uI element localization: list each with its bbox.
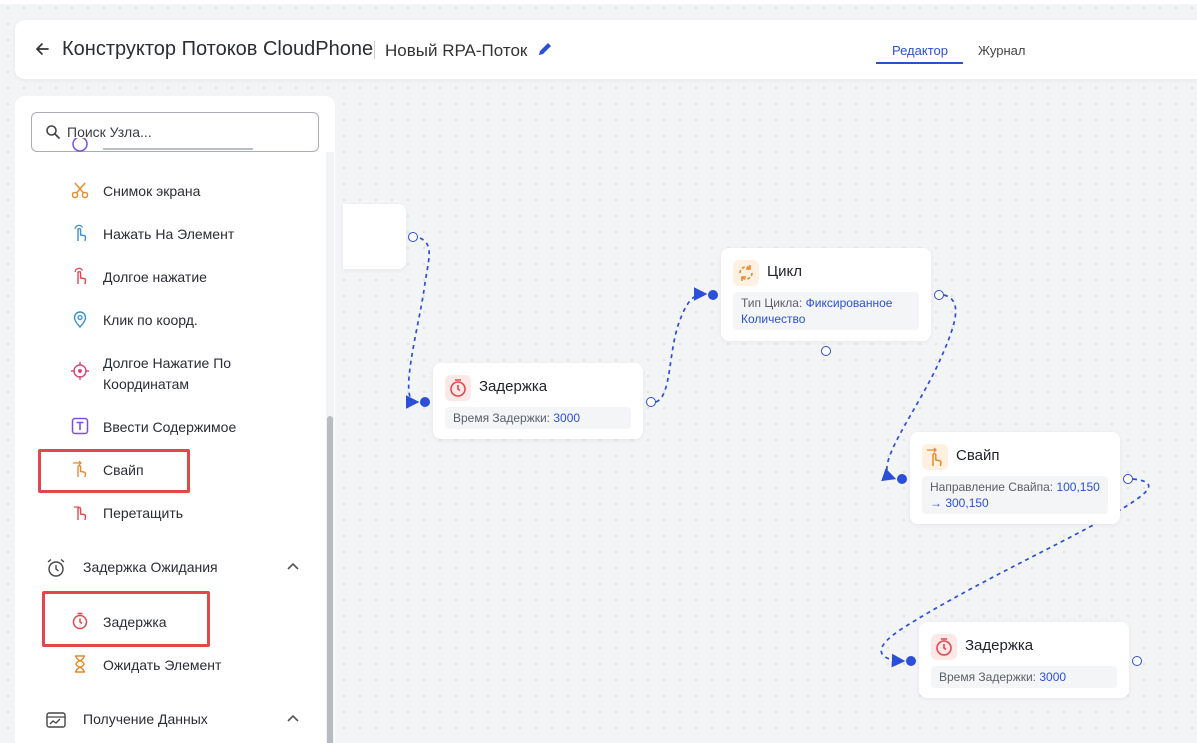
- param-label: Время Задержки:: [453, 411, 551, 425]
- stopwatch-icon: [931, 634, 957, 660]
- category-label: Получение Данных: [83, 711, 208, 727]
- palette-item-label: Снимок экрана: [103, 183, 201, 199]
- node-swipe[interactable]: Свайп Направление Свайпа: 100,150 → 300,…: [910, 432, 1120, 524]
- crosshair-icon: [70, 361, 90, 381]
- swipe-hand-icon: [70, 459, 90, 479]
- data-chart-icon: [45, 709, 67, 731]
- category-wait-delay[interactable]: Задержка Ожидания: [45, 555, 315, 581]
- location-pin-icon: [70, 309, 90, 329]
- partial-item-label: [103, 144, 263, 152]
- drag-hand-icon: [70, 502, 90, 522]
- flow-name: Новый RPA-Поток: [385, 41, 528, 60]
- long-press-hand-icon: [70, 266, 90, 286]
- partial-node[interactable]: [343, 204, 406, 269]
- palette-item-label: Ожидать Элемент: [103, 657, 222, 673]
- palette-item-label: Ввести Содержимое: [103, 419, 237, 435]
- chevron-up-icon[interactable]: [285, 559, 301, 575]
- category-data-retrieval[interactable]: Получение Данных: [45, 707, 315, 733]
- palette-item-drag[interactable]: Перетащить: [70, 500, 310, 524]
- palette-item-label: Перетащить: [103, 505, 184, 521]
- palette-item-label: Долгое Нажатие По Координатам: [103, 355, 232, 392]
- edge-2: [655, 287, 708, 403]
- palette-item-long-press-coords[interactable]: Долгое Нажатие По Координатам: [70, 350, 310, 394]
- output-port[interactable]: [934, 290, 944, 300]
- param-value: 3000: [1039, 670, 1067, 684]
- top-strip: [0, 0, 1197, 4]
- node-title: Свайп: [956, 447, 1000, 464]
- alarm-clock-icon: [45, 557, 67, 579]
- node-param: Время Задержки: 3000: [445, 407, 631, 429]
- node-param: Тип Цикла: Фиксированное Количество: [733, 292, 919, 330]
- text-input-icon: [70, 416, 90, 436]
- tap-hand-icon: [70, 223, 90, 243]
- palette-item-click-coords[interactable]: Клик по коорд.: [70, 307, 310, 331]
- node-title: Задержка: [479, 378, 548, 395]
- page-title: Конструктор Потоков CloudPhone: [62, 38, 374, 60]
- node-delay-1[interactable]: Задержка Время Задержки: 3000: [433, 363, 643, 439]
- palette-item-swipe[interactable]: Свайп: [70, 457, 310, 481]
- palette-item-delay[interactable]: Задержка: [70, 609, 310, 633]
- param-value: 3000: [553, 411, 581, 425]
- search-icon: [45, 124, 61, 140]
- palette-item-screenshot[interactable]: Снимок экрана: [70, 178, 310, 202]
- active-tab-indicator: [876, 62, 963, 64]
- stopwatch-icon: [70, 611, 90, 631]
- swipe-hand-icon: [922, 444, 948, 470]
- category-label: Задержка Ожидания: [83, 559, 218, 575]
- output-port[interactable]: [646, 397, 656, 407]
- param-label: Время Задержки:: [939, 670, 1037, 684]
- sidebar-scrollbar-thumb[interactable]: [327, 416, 333, 743]
- input-port[interactable]: [897, 474, 907, 484]
- header-bar: Конструктор Потоков CloudPhone Новый RPA…: [15, 20, 1197, 79]
- header-divider: [374, 41, 375, 59]
- palette-item-label: Задержка: [103, 614, 167, 630]
- palette-item-label: Клик по коорд.: [103, 312, 198, 328]
- partial-item-icon: [70, 138, 90, 158]
- stopwatch-icon: [445, 375, 471, 401]
- node-param: Направление Свайпа: 100,150 → 300,150: [922, 476, 1108, 514]
- input-port[interactable]: [420, 397, 430, 407]
- input-port[interactable]: [708, 290, 718, 300]
- palette-item-label: Долгое нажатие: [103, 269, 207, 285]
- node-title: Цикл: [767, 263, 802, 280]
- scissors-icon: [70, 180, 90, 200]
- loop-icon: [733, 260, 759, 286]
- param-label: Тип Цикла:: [741, 296, 803, 310]
- node-palette-sidebar: Снимок экрана Нажать На Элемент Долгое н…: [15, 96, 335, 743]
- palette-item-wait-element[interactable]: Ожидать Элемент: [70, 652, 310, 676]
- tab-log[interactable]: Журнал: [978, 43, 1025, 58]
- palette-item-label: Свайп: [103, 462, 144, 478]
- search-input[interactable]: [67, 121, 307, 143]
- param-label: Направление Свайпа:: [930, 480, 1054, 494]
- output-port[interactable]: [1132, 656, 1142, 666]
- edge-1: [405, 237, 430, 409]
- chevron-up-icon[interactable]: [285, 711, 301, 727]
- node-delay-2[interactable]: Задержка Время Задержки: 3000: [919, 622, 1129, 698]
- input-port[interactable]: [906, 656, 916, 666]
- loop-body-port[interactable]: [821, 346, 831, 356]
- hourglass-icon: [70, 654, 90, 674]
- palette-item-long-press[interactable]: Долгое нажатие: [70, 264, 310, 288]
- output-port[interactable]: [1123, 474, 1133, 484]
- palette-item-tap-element[interactable]: Нажать На Элемент: [70, 221, 310, 245]
- pencil-edit-icon[interactable]: [537, 41, 553, 57]
- tab-editor[interactable]: Редактор: [892, 43, 948, 58]
- palette-item-input-text[interactable]: Ввести Содержимое: [70, 414, 310, 438]
- palette-item-label: Нажать На Элемент: [103, 226, 235, 242]
- output-port[interactable]: [408, 232, 418, 242]
- node-param: Время Задержки: 3000: [931, 666, 1117, 688]
- node-loop[interactable]: Цикл Тип Цикла: Фиксированное Количество: [721, 248, 931, 341]
- back-arrow-icon[interactable]: [33, 38, 53, 60]
- node-title: Задержка: [965, 637, 1034, 654]
